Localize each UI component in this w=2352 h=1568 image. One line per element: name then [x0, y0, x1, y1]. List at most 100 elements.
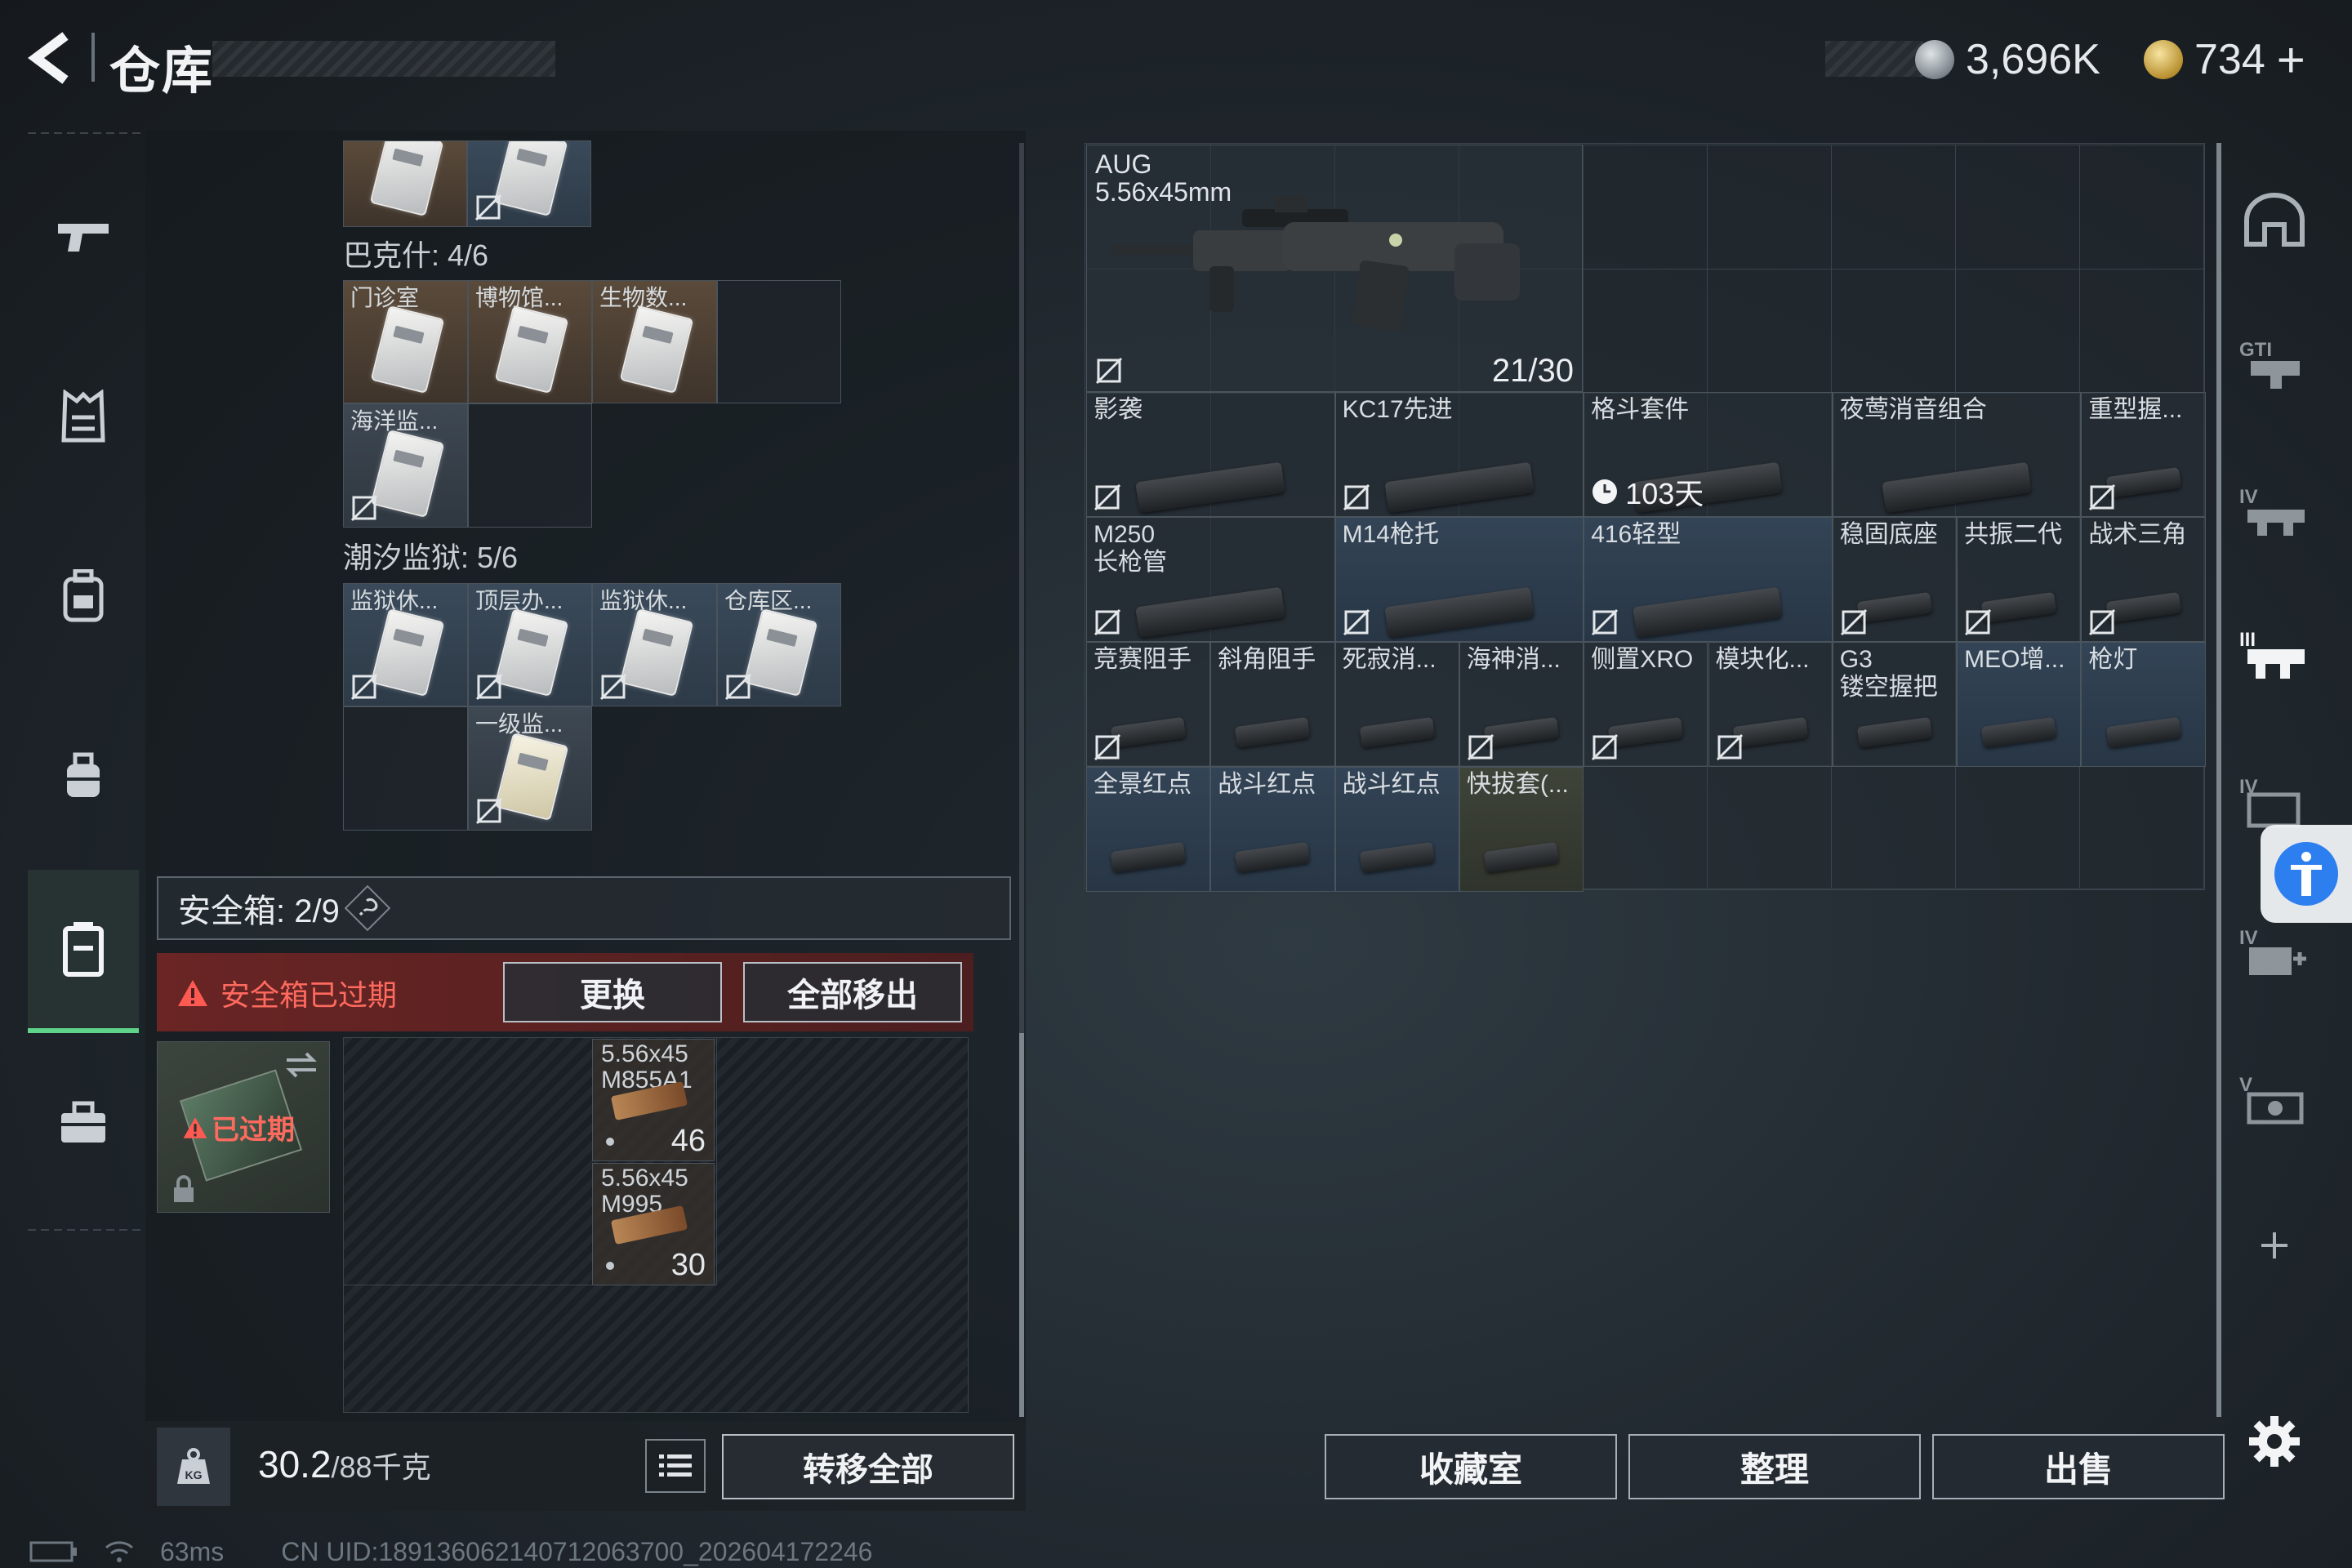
list-view-button[interactable] — [645, 1439, 706, 1493]
attachment-label: 格斗套件 — [1591, 396, 1690, 423]
currency-2-value: 734 — [2194, 36, 2265, 83]
rail-briefcase[interactable] — [28, 1062, 139, 1184]
page-title: 仓库 — [109, 43, 215, 100]
rail-safebox[interactable] — [28, 870, 139, 1033]
attachment-cell[interactable]: 斜角阻手 — [1210, 642, 1335, 767]
attachment-cell[interactable]: 共振二代 — [1957, 517, 2082, 642]
safe-box-header: 安全箱: 2/9 ? — [157, 876, 1011, 940]
no-insurance-icon — [1592, 733, 1619, 761]
keycard-cell[interactable]: 一级监... — [468, 706, 592, 831]
attachment-image — [1110, 716, 1187, 748]
transfer-all-button[interactable]: 转移全部 — [722, 1434, 1014, 1499]
attachment-cell[interactable]: 侧置XRO — [1584, 642, 1708, 767]
attachment-cell[interactable]: 竞赛阻手 — [1086, 642, 1211, 767]
attachment-cell[interactable]: 战斗红点 — [1334, 767, 1459, 892]
attachment-cell[interactable]: MEO增... — [1957, 642, 2082, 767]
attachment-cell[interactable]: 全景红点 — [1086, 767, 1211, 892]
empty-cell[interactable] — [343, 706, 468, 831]
organize-button[interactable]: 整理 — [1628, 1434, 1921, 1499]
weight-icon: KG — [177, 1448, 210, 1484]
left-scroll-thumb[interactable] — [1019, 1033, 1024, 1417]
gun-icon — [58, 224, 109, 252]
attachment-cell[interactable]: 枪灯 — [2081, 642, 2206, 767]
keycard-cell[interactable]: 门诊室 — [343, 280, 468, 403]
attachment-cell[interactable]: 快拔套(... — [1459, 767, 1584, 892]
attachment-label: 稳固底座 — [1839, 521, 1938, 548]
attachment-image — [1980, 716, 2057, 748]
attachment-label: M14枪托 — [1342, 521, 1439, 548]
no-insurance-icon — [1095, 357, 1123, 385]
safe-box-item[interactable]: 已过期 — [157, 1041, 330, 1213]
add-currency-button[interactable]: + — [2277, 32, 2305, 88]
attachment-cell[interactable]: M14枪托 — [1334, 517, 1584, 642]
empty-cell[interactable] — [468, 403, 592, 528]
remove-all-button[interactable]: 全部移出 — [743, 962, 962, 1022]
attachment-cell[interactable]: 战术三角 — [2081, 517, 2206, 642]
no-insurance-icon — [1343, 608, 1370, 636]
attachment-cell[interactable]: 影袭 — [1086, 392, 1335, 517]
keycard-cell[interactable]: 仓库区... — [717, 583, 841, 706]
keycard-cell[interactable]: 海洋监... — [343, 403, 468, 528]
rail-weapons[interactable] — [28, 176, 139, 298]
attachment-cell[interactable]: M250 长枪管 — [1086, 517, 1335, 642]
sell-button[interactable]: 出售 — [1932, 1434, 2225, 1499]
backpack-icon — [63, 569, 104, 622]
attachment-cell[interactable]: 重型握... — [2081, 392, 2206, 517]
item-cell[interactable] — [343, 140, 467, 227]
no-insurance-icon — [2089, 608, 2116, 636]
header-stripe — [212, 41, 555, 77]
ammo-cell[interactable]: 5.56x45 M855A1 46 — [592, 1039, 715, 1161]
keycard-cell[interactable]: 监狱休... — [592, 583, 717, 706]
rail-add-button[interactable] — [2230, 1200, 2319, 1290]
keycard-cell[interactable]: 顶层办... — [468, 583, 592, 706]
attachment-cell[interactable]: 模块化... — [1708, 642, 1833, 767]
currency-2[interactable]: 734 + — [2144, 31, 2305, 88]
expired-warning: 安全箱已过期 — [176, 969, 397, 1018]
attachment-cell[interactable]: 稳固底座 — [1832, 517, 1958, 642]
ammo-cell[interactable]: 5.56x45 M995 30 — [592, 1163, 715, 1285]
replace-button[interactable]: 更换 — [503, 962, 722, 1022]
attachment-cell[interactable]: KC17先进 — [1334, 392, 1584, 517]
help-icon[interactable]: ? — [344, 884, 391, 932]
rail-v-gear[interactable]: V — [2230, 1054, 2319, 1143]
keycard-cell[interactable]: 生物数... — [592, 280, 717, 403]
attachment-label: 海神消... — [1466, 646, 1561, 673]
rail-iv-medkit[interactable]: IV — [2230, 906, 2319, 996]
attachment-image — [1384, 461, 1535, 513]
rail-backpack[interactable] — [28, 535, 139, 657]
attachment-label: 侧置XRO — [1591, 646, 1694, 673]
attachment-cell[interactable]: 夜莺消音组合 — [1832, 392, 2082, 517]
no-insurance-icon — [1094, 733, 1121, 761]
weapon-cell-aug[interactable]: AUG 5.56x45mm 21/30 — [1086, 145, 1583, 392]
svg-text:GTI: GTI — [2239, 339, 2272, 361]
rail-helmet[interactable] — [2230, 176, 2319, 265]
rail-gti-attachment[interactable]: GTI — [2230, 318, 2319, 408]
item-cell[interactable] — [467, 140, 591, 227]
settings-button[interactable] — [2230, 1396, 2319, 1486]
rail-armor[interactable] — [28, 355, 139, 478]
attachment-cell[interactable]: 战斗红点 — [1210, 767, 1335, 892]
plus-icon — [2261, 1232, 2287, 1258]
attachment-cell[interactable]: 海神消... — [1459, 642, 1584, 767]
attachment-label: G3 镂空握把 — [1839, 646, 1938, 701]
rail-pouch[interactable] — [28, 715, 139, 837]
empty-cell[interactable] — [717, 280, 841, 403]
no-insurance-icon — [475, 797, 503, 825]
attachment-label: 416轻型 — [1591, 521, 1682, 548]
attachment-cell[interactable]: G3 镂空握把 — [1832, 642, 1958, 767]
rail-iii-attachment-active[interactable]: III — [2230, 608, 2319, 698]
attachment-cell[interactable]: 416轻型 — [1584, 517, 1833, 642]
rail-iv-attachment[interactable]: IV — [2230, 466, 2319, 555]
no-insurance-icon — [350, 494, 378, 522]
keycard-cell[interactable]: 博物馆... — [468, 280, 592, 403]
inventory-scrollbar[interactable] — [2216, 143, 2221, 1417]
attachment-label: 战术三角 — [2088, 521, 2187, 548]
keycard-cell[interactable]: 监狱休... — [343, 583, 468, 706]
attachment-label: MEO增... — [1964, 646, 2065, 673]
attachment-cell[interactable]: 死寂消... — [1334, 642, 1459, 767]
attachment-cell[interactable]: 格斗套件 103天 — [1584, 392, 1833, 517]
attachment-label: 死寂消... — [1342, 646, 1437, 673]
back-button[interactable] — [24, 29, 82, 87]
expired-warning-text: 安全箱已过期 — [220, 978, 398, 1012]
collection-room-button[interactable]: 收藏室 — [1325, 1434, 1617, 1499]
